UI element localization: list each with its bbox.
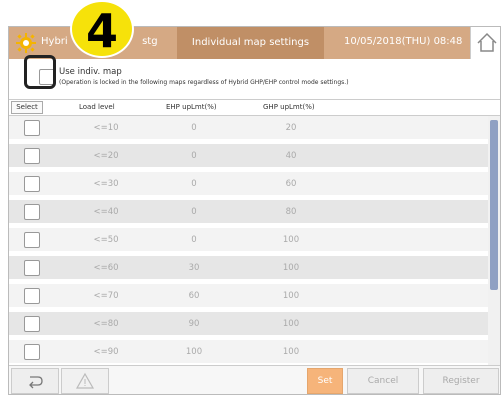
datetime-display: 10/05/2018(THU) 08:48 xyxy=(344,36,463,47)
ehp-cell[interactable]: 90 xyxy=(169,319,219,329)
row-select-checkbox[interactable] xyxy=(24,148,40,164)
ghp-cell[interactable]: 60 xyxy=(266,179,316,189)
row-select-checkbox[interactable] xyxy=(24,232,40,248)
warning-icon xyxy=(75,372,95,389)
ghp-cell[interactable]: 100 xyxy=(266,263,316,273)
set-button[interactable]: Set xyxy=(307,368,343,394)
row-select-checkbox[interactable] xyxy=(24,176,40,192)
use-indiv-map-label: Use indiv. map xyxy=(59,67,122,77)
indiv-map-options: Use indiv. map (Operation is locked in t… xyxy=(9,59,500,99)
load-level-cell: <=20 xyxy=(93,151,119,161)
load-level-cell: <=30 xyxy=(93,179,119,189)
step-number-badge: 4 xyxy=(70,0,134,58)
ghp-cell[interactable]: 100 xyxy=(266,235,316,245)
row-select-checkbox[interactable] xyxy=(24,344,40,360)
scrollbar-thumb[interactable] xyxy=(490,120,498,290)
column-header-load-level: Load level xyxy=(79,103,115,111)
table-row[interactable]: <=90 100 100 xyxy=(9,340,490,364)
load-level-cell: <=70 xyxy=(93,291,119,301)
ehp-cell[interactable]: 30 xyxy=(169,263,219,273)
table-row[interactable]: <=20 0 40 xyxy=(9,144,490,168)
table-row[interactable]: <=70 60 100 xyxy=(9,284,490,308)
load-level-cell: <=10 xyxy=(93,123,119,133)
ghp-cell[interactable]: 20 xyxy=(266,123,316,133)
row-select-checkbox[interactable] xyxy=(24,316,40,332)
row-select-checkbox[interactable] xyxy=(24,120,40,136)
load-level-cell: <=50 xyxy=(93,235,119,245)
page-title: Individual map settings xyxy=(177,27,324,59)
load-level-table: <=10 0 20 <=20 0 40 <=30 0 60 <=40 0 80 <=50 0 100 <=60… xyxy=(9,116,490,365)
breadcrumb-start: Hybri xyxy=(41,36,68,47)
select-button[interactable]: Select xyxy=(11,101,43,114)
table-row[interactable]: <=60 30 100 xyxy=(9,256,490,280)
ehp-cell[interactable]: 100 xyxy=(169,347,219,357)
home-icon xyxy=(477,32,497,52)
table-row[interactable]: <=30 0 60 xyxy=(9,172,490,196)
operation-note: (Operation is locked in the following ma… xyxy=(59,79,349,86)
register-button[interactable]: Register xyxy=(423,368,499,394)
table-row[interactable]: <=50 0 100 xyxy=(9,228,490,252)
load-level-cell: <=80 xyxy=(93,319,119,329)
home-button[interactable] xyxy=(470,27,500,59)
table-row[interactable]: <=10 0 20 xyxy=(9,116,490,140)
ehp-cell[interactable]: 0 xyxy=(169,151,219,161)
load-level-cell: <=40 xyxy=(93,207,119,217)
column-header-ehp: EHP upLmt(%) xyxy=(166,103,217,111)
ghp-cell[interactable]: 100 xyxy=(266,291,316,301)
row-select-checkbox[interactable] xyxy=(24,204,40,220)
callout-highlight-box xyxy=(24,55,56,89)
table-header: Select Load level EHP upLmt(%) GHP upLmt… xyxy=(9,99,500,116)
ehp-cell[interactable]: 60 xyxy=(169,291,219,301)
app-window: Hybri stg Individual map settings 10/05/… xyxy=(8,26,501,395)
ehp-cell[interactable]: 0 xyxy=(169,123,219,133)
ehp-cell[interactable]: 0 xyxy=(169,179,219,189)
load-level-cell: <=60 xyxy=(93,263,119,273)
ehp-cell[interactable]: 0 xyxy=(169,235,219,245)
table-row[interactable]: <=40 0 80 xyxy=(9,200,490,224)
ehp-cell[interactable]: 0 xyxy=(169,207,219,217)
back-button[interactable] xyxy=(11,368,59,394)
cancel-button[interactable]: Cancel xyxy=(347,368,419,394)
row-select-checkbox[interactable] xyxy=(24,288,40,304)
warning-button[interactable] xyxy=(61,368,109,394)
scrollbar[interactable] xyxy=(488,116,500,365)
column-header-ghp: GHP upLmt(%) xyxy=(263,103,315,111)
table-row[interactable]: <=80 90 100 xyxy=(9,312,490,336)
breadcrumb-end: stg xyxy=(142,36,158,47)
footer-bar: Set Cancel Register xyxy=(9,365,500,394)
row-select-checkbox[interactable] xyxy=(24,260,40,276)
load-level-cell: <=90 xyxy=(93,347,119,357)
gear-icon[interactable] xyxy=(15,32,37,54)
ghp-cell[interactable]: 80 xyxy=(266,207,316,217)
ghp-cell[interactable]: 100 xyxy=(266,319,316,329)
ghp-cell[interactable]: 40 xyxy=(266,151,316,161)
back-icon xyxy=(29,376,43,389)
ghp-cell[interactable]: 100 xyxy=(266,347,316,357)
